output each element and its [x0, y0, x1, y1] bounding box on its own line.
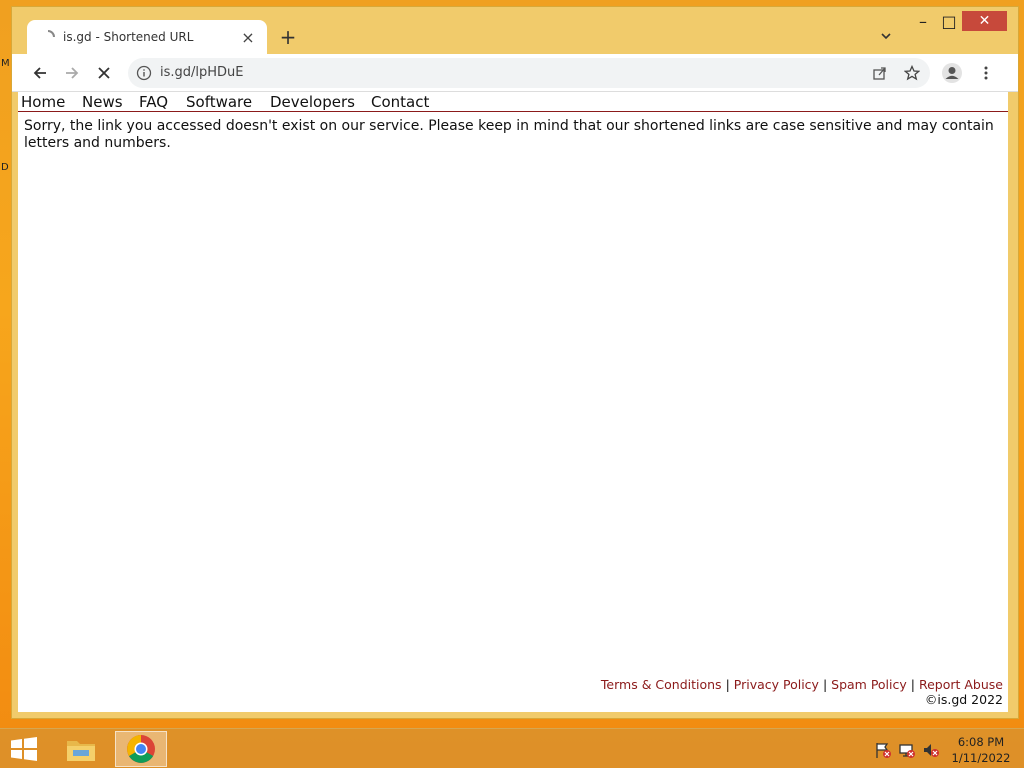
- network-icon[interactable]: [898, 741, 916, 759]
- flag-icon[interactable]: [874, 741, 892, 759]
- windows-start-icon[interactable]: [10, 737, 38, 761]
- back-icon: [33, 67, 46, 79]
- forward-icon: [66, 67, 79, 79]
- clock-date: 1/11/2022: [951, 751, 1011, 765]
- footer-privacy-link[interactable]: Privacy Policy: [734, 677, 819, 692]
- tab-title: is.gd - Shortened URL: [63, 30, 194, 44]
- footer-terms-link[interactable]: Terms & Conditions: [601, 677, 722, 692]
- profile-icon: [942, 63, 962, 83]
- desktop-icon-label[interactable]: M: [1, 58, 10, 69]
- maximize-button[interactable]: □: [938, 11, 960, 31]
- browser-toolbar: is.gd/lpHDuE: [12, 54, 1018, 92]
- footer-separator: |: [910, 677, 915, 692]
- back-button[interactable]: [28, 61, 52, 85]
- clock[interactable]: 6:08 PM 1/11/2022: [948, 734, 1014, 766]
- address-bar[interactable]: is.gd/lpHDuE: [128, 58, 930, 88]
- clock-time: 6:08 PM: [957, 735, 1005, 749]
- footer-report-link[interactable]: Report Abuse: [919, 677, 1003, 692]
- footer: Terms & Conditions | Privacy Policy | Sp…: [601, 677, 1003, 707]
- tab-search-chevron-icon[interactable]: [878, 28, 894, 44]
- nav-faq[interactable]: FAQ: [139, 93, 168, 111]
- star-icon[interactable]: [904, 65, 920, 81]
- footer-spam-link[interactable]: Spam Policy: [831, 677, 907, 692]
- stop-button[interactable]: [92, 61, 116, 85]
- chrome-icon: [127, 735, 155, 763]
- nav-contact[interactable]: Contact: [371, 93, 429, 111]
- taskbar: 6:08 PM 1/11/2022: [0, 728, 1024, 768]
- desktop-icon-label[interactable]: D: [1, 162, 9, 173]
- nav-news[interactable]: News: [82, 93, 123, 111]
- taskbar-file-explorer[interactable]: [55, 731, 107, 767]
- nav-home[interactable]: Home: [21, 93, 65, 111]
- page-content: Home News FAQ Software Developers Contac…: [18, 92, 1008, 712]
- share-icon[interactable]: [872, 65, 888, 81]
- copyright: ©is.gd 2022: [924, 692, 1003, 707]
- menu-button[interactable]: [974, 61, 998, 85]
- nav-software[interactable]: Software: [186, 93, 252, 111]
- file-explorer-icon: [67, 741, 95, 761]
- close-window-button[interactable]: ✕: [962, 11, 1007, 31]
- nav-developers[interactable]: Developers: [270, 93, 355, 111]
- new-tab-button[interactable]: +: [278, 25, 298, 49]
- taskbar-chrome[interactable]: [115, 731, 167, 767]
- loading-favicon-icon: [47, 30, 55, 38]
- profile-button[interactable]: [940, 61, 964, 85]
- error-message: Sorry, the link you accessed doesn't exi…: [24, 118, 994, 151]
- url-text[interactable]: is.gd/lpHDuE: [160, 65, 244, 80]
- site-nav: Home News FAQ Software Developers Contac…: [18, 92, 1008, 112]
- tab-shortened-url[interactable]: is.gd - Shortened URL ×: [27, 20, 267, 54]
- footer-separator: |: [725, 677, 730, 692]
- footer-separator: |: [822, 677, 828, 692]
- stop-icon: [98, 67, 110, 79]
- info-icon[interactable]: [136, 65, 152, 81]
- browser-window: is.gd - Shortened URL × + – □ ✕ is.gd/lp…: [11, 6, 1019, 719]
- tab-close-icon[interactable]: ×: [239, 28, 257, 47]
- volume-muted-icon[interactable]: [922, 741, 940, 759]
- minimize-button[interactable]: –: [912, 11, 934, 31]
- forward-button[interactable]: [60, 61, 84, 85]
- menu-icon: [984, 66, 988, 80]
